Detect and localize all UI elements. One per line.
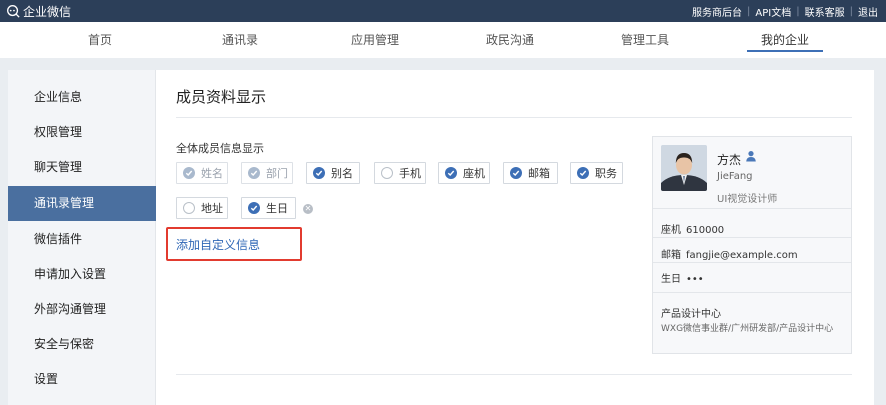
checkbox-checked-disabled-icon: [248, 167, 260, 179]
divider: |: [747, 5, 751, 17]
sidebar-item-wechat-plugin[interactable]: 微信插件: [8, 222, 156, 257]
member-english-name: JieFang: [717, 171, 753, 182]
sidebar-item-join-settings[interactable]: 申请加入设置: [8, 257, 156, 292]
service-provider-link[interactable]: 服务商后台: [692, 4, 742, 19]
checkbox-checked-disabled-icon: [183, 167, 195, 179]
divider: [653, 237, 851, 238]
email-row: 邮箱 fangjie@example.com: [661, 246, 798, 261]
field-label: 职务: [595, 167, 617, 180]
divider: [653, 208, 851, 209]
contact-support-link[interactable]: 联系客服: [805, 4, 845, 19]
top-bar: 企业微信 服务商后台 | API文档 | 联系客服 | 退出: [0, 0, 886, 22]
department-path: WXG微信事业群/广州研发部/产品设计中心: [661, 324, 834, 334]
field-chip-email[interactable]: 邮箱: [503, 162, 558, 184]
avatar: [661, 145, 707, 191]
divider: [176, 374, 852, 375]
remove-field-icon[interactable]: ✕: [303, 204, 313, 214]
sidebar-item-settings[interactable]: 设置: [8, 362, 156, 397]
tab-app-management[interactable]: 应用管理: [351, 22, 399, 58]
checkbox-unchecked-icon: [381, 167, 393, 179]
birthday-value: •••: [686, 274, 704, 285]
divider: [653, 262, 851, 263]
person-icon: [746, 151, 756, 162]
field-label: 部门: [266, 167, 288, 180]
field-label: 姓名: [201, 167, 223, 180]
landline-value: 610000: [686, 225, 725, 236]
divider: |: [849, 5, 853, 17]
page-title: 成员资料显示: [176, 88, 267, 106]
field-label: 邮箱: [528, 167, 550, 180]
app-name: 企业微信: [23, 4, 72, 19]
field-chip-address[interactable]: 地址: [176, 197, 228, 219]
tab-my-enterprise[interactable]: 我的企业: [746, 22, 824, 58]
field-chip-department[interactable]: 部门: [241, 162, 293, 184]
main-panel: 成员资料显示 全体成员信息显示 姓名 部门 别名 手机 座机 邮箱 职务 地址 …: [156, 70, 874, 405]
wecom-logo-icon: [7, 4, 20, 18]
sidebar-item-chat-management[interactable]: 聊天管理: [8, 150, 156, 185]
sidebar: 企业信息 权限管理 聊天管理 通讯录管理 微信插件 申请加入设置 外部沟通管理 …: [8, 70, 156, 405]
divider: [653, 292, 851, 293]
checkbox-checked-icon: [510, 167, 522, 179]
field-chip-position[interactable]: 职务: [570, 162, 623, 184]
sidebar-item-enterprise-info[interactable]: 企业信息: [8, 80, 156, 115]
field-label: 别名: [331, 167, 353, 180]
sidebar-item-security[interactable]: 安全与保密: [8, 327, 156, 362]
sidebar-item-external-communication[interactable]: 外部沟通管理: [8, 292, 156, 327]
email-value: fangjie@example.com: [686, 250, 798, 261]
app-logo[interactable]: 企业微信: [6, 3, 71, 19]
logout-link[interactable]: 退出: [858, 4, 878, 19]
field-chip-birthday[interactable]: 生日: [241, 197, 296, 219]
member-preview-card: 方杰 JieFang UI视觉设计师 座机 610000 邮箱 fangjie@ex…: [652, 136, 852, 354]
field-chip-alias[interactable]: 别名: [306, 162, 360, 184]
email-label: 邮箱: [661, 250, 681, 261]
main-nav: 首页 通讯录 应用管理 政民沟通 管理工具 我的企业: [0, 22, 886, 58]
department-name: 产品设计中心: [661, 309, 721, 320]
checkbox-checked-icon: [248, 202, 260, 214]
field-chip-landline[interactable]: 座机: [438, 162, 490, 184]
tab-gov-communication[interactable]: 政民沟通: [486, 22, 534, 58]
landline-label: 座机: [661, 225, 681, 236]
member-name: 方杰: [717, 153, 742, 167]
birthday-row: 生日 •••: [661, 270, 704, 285]
tab-home[interactable]: 首页: [88, 22, 112, 58]
sidebar-item-permissions[interactable]: 权限管理: [8, 115, 156, 150]
field-chip-name[interactable]: 姓名: [176, 162, 228, 184]
sidebar-item-contacts-management[interactable]: 通讯录管理: [8, 186, 156, 221]
tab-management-tools[interactable]: 管理工具: [621, 22, 669, 58]
checkbox-checked-icon: [313, 167, 325, 179]
field-chip-mobile[interactable]: 手机: [374, 162, 426, 184]
birthday-label: 生日: [661, 274, 681, 285]
tab-contacts[interactable]: 通讯录: [222, 22, 258, 58]
field-label: 手机: [399, 167, 421, 180]
top-links: 服务商后台 | API文档 | 联系客服 | 退出: [692, 0, 878, 22]
avatar-image: [661, 145, 707, 191]
section-label: 全体成员信息显示: [176, 142, 264, 155]
member-title: UI视觉设计师: [717, 194, 778, 205]
checkbox-unchecked-icon: [183, 202, 195, 214]
add-custom-info-link[interactable]: 添加自定义信息: [176, 236, 260, 253]
checkbox-checked-icon: [577, 167, 589, 179]
field-label: 生日: [266, 202, 288, 215]
field-label: 地址: [201, 202, 223, 215]
landline-row: 座机 610000: [661, 221, 724, 236]
api-docs-link[interactable]: API文档: [755, 4, 791, 19]
field-label: 座机: [463, 167, 485, 180]
divider: |: [796, 5, 800, 17]
checkbox-checked-icon: [445, 167, 457, 179]
divider: [176, 117, 852, 118]
